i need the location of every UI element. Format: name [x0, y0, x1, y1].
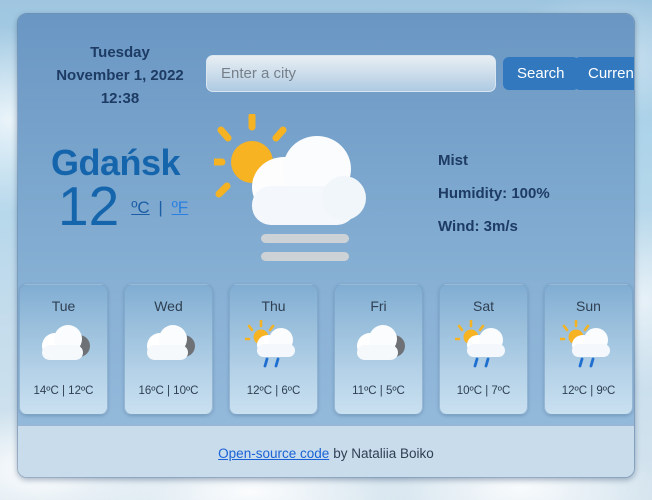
search-input[interactable] [206, 55, 496, 92]
cloud-icon [140, 320, 198, 368]
date-time-block: Tuesday November 1, 2022 12:38 [44, 41, 196, 110]
forecast-card[interactable]: Wed 16ºC | 10ºC [124, 284, 213, 415]
forecast-row: Tue 14ºC | 12ºC Wed 16ºC | 10ºC Thu 12ºC… [18, 284, 634, 415]
cloud-icon [35, 320, 93, 368]
time-label: 12:38 [100, 90, 140, 107]
forecast-temps: 11ºC | 5ºC [352, 385, 405, 397]
humidity-label: Humidity: 100% [438, 185, 550, 202]
footer-credit: by Nataliia Boiko [333, 445, 434, 461]
forecast-temps: 16ºC | 10ºC [138, 385, 199, 397]
conditions-block: Mist Humidity: 100% Wind: 3m/s [438, 144, 550, 243]
wind-label: Wind: 3m/s [438, 218, 518, 235]
top-bar: Tuesday November 1, 2022 12:38 Search Cu… [18, 14, 634, 109]
forecast-day: Wed [154, 298, 183, 314]
footer: Open-source code by Nataliia Boiko [18, 425, 634, 477]
forecast-card[interactable]: Tue 14ºC | 12ºC [19, 284, 108, 415]
temperature-value: 12 [58, 175, 120, 237]
celsius-link[interactable]: ºC [131, 198, 150, 217]
forecast-temps: 10ºC | 7ºC [456, 385, 511, 397]
weather-description: Mist [438, 152, 468, 169]
weather-app-container: Tuesday November 1, 2022 12:38 Search Cu… [17, 13, 635, 478]
forecast-card[interactable]: Sun 12ºC | 9ºC [544, 284, 633, 415]
forecast-day: Tue [51, 298, 76, 314]
unit-toggle: ºC | ºF [131, 194, 188, 218]
open-source-link[interactable]: Open-source code [218, 446, 329, 461]
sun-rain-cloud-icon [243, 319, 303, 368]
forecast-temps: 14ºC | 12ºC [33, 385, 94, 397]
forecast-day: Fri [370, 298, 387, 314]
search-button[interactable]: Search [503, 57, 579, 90]
unit-separator: | [158, 198, 163, 217]
main-panel: Tuesday November 1, 2022 12:38 Search Cu… [18, 14, 634, 425]
forecast-day: Sun [576, 298, 601, 314]
forecast-card[interactable]: Sat 10ºC | 7ºC [439, 284, 528, 415]
weekday-label: Tuesday [90, 44, 150, 61]
forecast-day: Sat [472, 298, 494, 314]
fahrenheit-link[interactable]: ºF [172, 198, 189, 217]
date-label: November 1, 2022 [56, 67, 184, 84]
sun-behind-cloud-with-mist-icon [208, 112, 389, 269]
cloud-icon [350, 320, 408, 368]
sun-rain-cloud-icon [453, 319, 513, 368]
forecast-day: Thu [261, 298, 286, 314]
sun-rain-cloud-icon [558, 319, 618, 368]
temperature-block: 12 ºC | ºF [58, 175, 188, 237]
forecast-temps: 12ºC | 6ºC [246, 385, 301, 397]
forecast-temps: 12ºC | 9ºC [561, 385, 616, 397]
forecast-card[interactable]: Thu 12ºC | 6ºC [229, 284, 318, 415]
forecast-card[interactable]: Fri 11ºC | 5ºC [334, 284, 423, 415]
current-location-button[interactable]: Current [574, 57, 634, 90]
